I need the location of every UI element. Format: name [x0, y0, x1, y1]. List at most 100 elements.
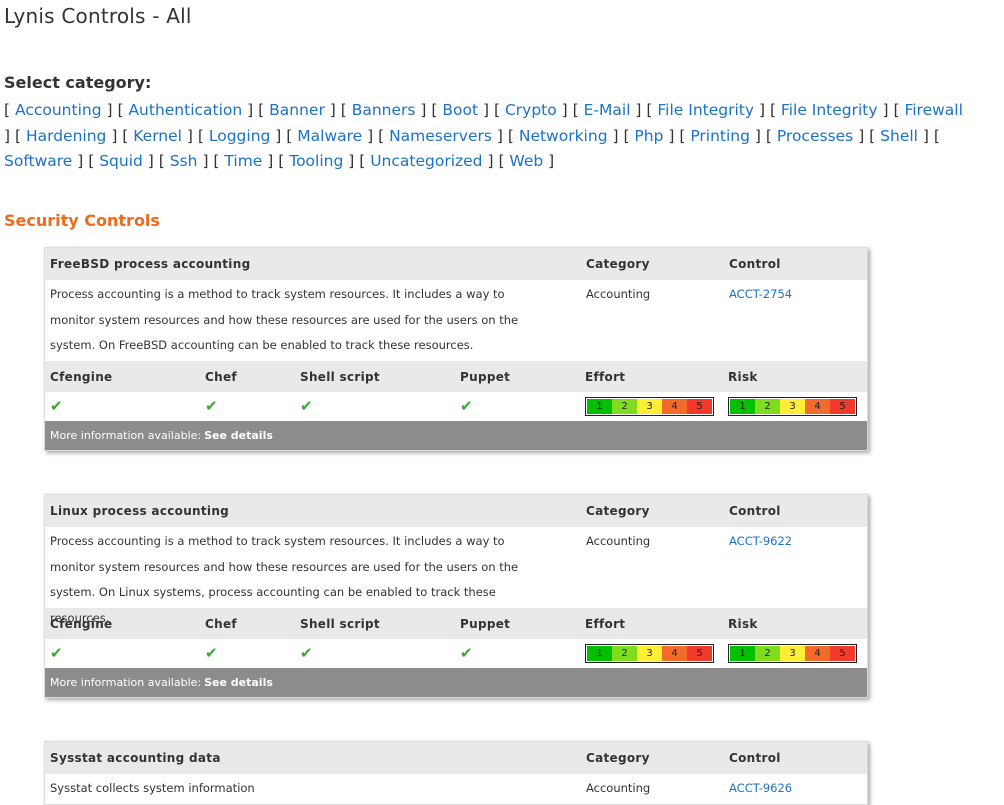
category-link-crypto[interactable]: Crypto — [505, 101, 557, 119]
scale-3: 3 — [780, 399, 805, 414]
category-link-accounting[interactable]: Accounting — [15, 101, 102, 119]
control-category: Accounting — [586, 781, 651, 795]
category-link-shell[interactable]: Shell — [880, 127, 918, 145]
control-title: Sysstat accounting data — [50, 751, 221, 765]
chef-header: Chef — [205, 369, 237, 384]
risk-header: Risk — [728, 616, 758, 631]
chef-header: Chef — [205, 616, 237, 631]
section-title: Security Controls — [4, 211, 160, 230]
scale-4: 4 — [662, 646, 687, 661]
scale-4: 4 — [662, 399, 687, 414]
checkmark-icon: ✔ — [50, 397, 63, 415]
category-link-e-mail[interactable]: E-Mail — [584, 101, 631, 119]
control-card: Sysstat accounting data Category Control… — [44, 741, 868, 805]
category-link-software[interactable]: Software — [4, 152, 72, 170]
page-title: Lynis Controls - All — [4, 4, 192, 28]
control-header: Control — [729, 751, 781, 765]
cfengine-header: Cfengine — [50, 616, 113, 631]
effort-header: Effort — [585, 616, 626, 631]
tools-row: ✔ ✔ ✔ ✔ 12345 12345 — [45, 639, 867, 668]
category-link-banner[interactable]: Banner — [269, 101, 325, 119]
control-card: FreeBSD process accounting Category Cont… — [44, 247, 868, 451]
control-description: Sysstat collects system information — [50, 781, 255, 795]
card-footer: More information available: See details — [45, 668, 867, 697]
category-link-uncategorized[interactable]: Uncategorized — [370, 152, 482, 170]
control-header: Control — [729, 504, 781, 518]
puppet-header: Puppet — [460, 616, 511, 631]
card-footer: More information available: See details — [45, 421, 867, 450]
scale-1: 1 — [587, 399, 612, 414]
more-info-text: More information available: — [50, 429, 202, 442]
category-link-logging[interactable]: Logging — [209, 127, 271, 145]
checkmark-icon: ✔ — [460, 644, 473, 662]
category-link-firewall[interactable]: Firewall — [904, 101, 962, 119]
risk-scale: 12345 — [728, 644, 857, 663]
category-link-printing[interactable]: Printing — [690, 127, 750, 145]
scale-2: 2 — [612, 399, 637, 414]
checkmark-icon: ✔ — [205, 397, 218, 415]
category-link-php[interactable]: Php — [634, 127, 663, 145]
card-header: Sysstat accounting data Category Control — [45, 742, 867, 774]
description-row: Process accounting is a method to track … — [45, 527, 867, 625]
category-header: Category — [586, 504, 650, 518]
select-category-heading: Select category: — [4, 73, 152, 92]
effort-scale: 12345 — [585, 397, 714, 416]
control-header: Control — [729, 257, 781, 271]
category-link-processes[interactable]: Processes — [777, 127, 853, 145]
category-link-boot[interactable]: Boot — [442, 101, 478, 119]
category-link-time[interactable]: Time — [224, 152, 262, 170]
see-details-link[interactable]: See details — [204, 676, 273, 689]
description-row: Process accounting is a method to track … — [45, 280, 867, 361]
control-category: Accounting — [586, 534, 651, 548]
control-card: Linux process accounting Category Contro… — [44, 494, 868, 698]
puppet-header: Puppet — [460, 369, 511, 384]
category-link-networking[interactable]: Networking — [519, 127, 608, 145]
category-link-banners[interactable]: Banners — [352, 101, 416, 119]
scale-2: 2 — [755, 399, 780, 414]
control-title: FreeBSD process accounting — [50, 257, 251, 271]
control-category: Accounting — [586, 287, 651, 301]
scale-5: 5 — [687, 646, 712, 661]
category-link-file-integrity[interactable]: File Integrity — [781, 101, 878, 119]
category-link-hardening[interactable]: Hardening — [26, 127, 106, 145]
category-link-malware[interactable]: Malware — [297, 127, 362, 145]
scale-4: 4 — [805, 399, 830, 414]
tools-header: Cfengine Chef Shell script Puppet Effort… — [45, 361, 867, 392]
card-header: Linux process accounting Category Contro… — [45, 495, 867, 527]
category-link-file-integrity[interactable]: File Integrity — [657, 101, 754, 119]
category-header: Category — [586, 257, 650, 271]
more-info-text: More information available: — [50, 676, 202, 689]
category-link-tooling[interactable]: Tooling — [289, 152, 343, 170]
category-link-web[interactable]: Web — [509, 152, 543, 170]
category-link-ssh[interactable]: Ssh — [170, 152, 198, 170]
tools-header: Cfengine Chef Shell script Puppet Effort… — [45, 608, 867, 639]
scale-5: 5 — [830, 646, 855, 661]
scale-5: 5 — [830, 399, 855, 414]
control-description: Process accounting is a method to track … — [50, 287, 519, 352]
scale-3: 3 — [780, 646, 805, 661]
control-description: Process accounting is a method to track … — [50, 534, 519, 625]
checkmark-icon: ✔ — [300, 397, 313, 415]
category-link-kernel[interactable]: Kernel — [133, 127, 182, 145]
scale-1: 1 — [587, 646, 612, 661]
risk-header: Risk — [728, 369, 758, 384]
control-id-link[interactable]: ACCT-9626 — [729, 781, 792, 795]
category-link-nameservers[interactable]: Nameservers — [389, 127, 492, 145]
scale-5: 5 — [687, 399, 712, 414]
checkmark-icon: ✔ — [300, 644, 313, 662]
checkmark-icon: ✔ — [50, 644, 63, 662]
scale-3: 3 — [637, 399, 662, 414]
control-title: Linux process accounting — [50, 504, 230, 518]
checkmark-icon: ✔ — [205, 644, 218, 662]
see-details-link[interactable]: See details — [204, 429, 273, 442]
category-header: Category — [586, 751, 650, 765]
control-id-link[interactable]: ACCT-2754 — [729, 287, 792, 301]
shell-header: Shell script — [300, 616, 380, 631]
scale-2: 2 — [612, 646, 637, 661]
category-link-squid[interactable]: Squid — [99, 152, 143, 170]
card-header: FreeBSD process accounting Category Cont… — [45, 248, 867, 280]
control-id-link[interactable]: ACCT-9622 — [729, 534, 792, 548]
category-link-authentication[interactable]: Authentication — [128, 101, 242, 119]
effort-scale: 12345 — [585, 644, 714, 663]
risk-scale: 12345 — [728, 397, 857, 416]
